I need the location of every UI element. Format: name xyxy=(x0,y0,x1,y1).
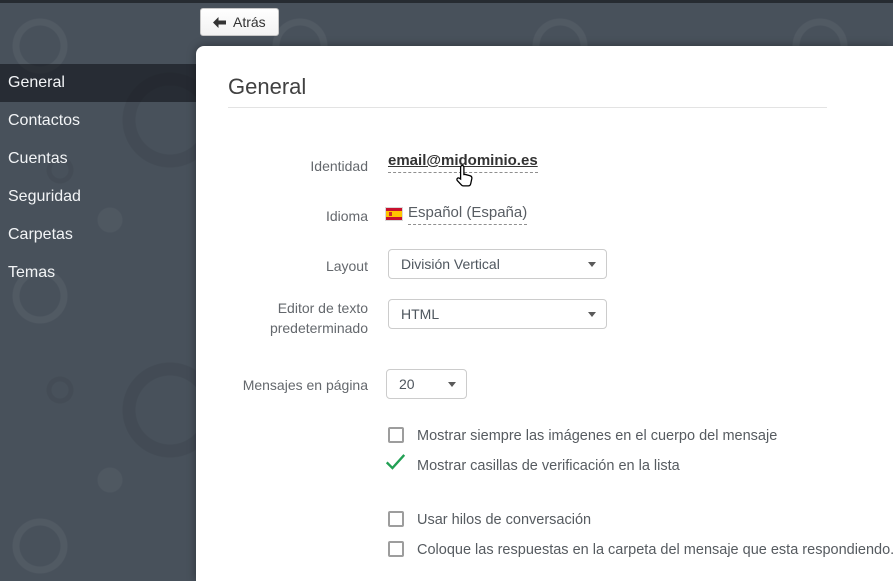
show-images-checkbox[interactable] xyxy=(388,427,404,443)
page-title: General xyxy=(228,74,307,99)
editor-select-value: HTML xyxy=(401,306,440,322)
use-threads-label: Usar hilos de conversación xyxy=(417,512,592,528)
editor-label-line1: Editor de texto xyxy=(277,300,368,316)
layout-select-value: División Vertical xyxy=(401,256,500,272)
sidebar-item-temas[interactable]: Temas xyxy=(0,254,196,292)
back-button[interactable]: Atrás xyxy=(200,8,279,36)
sidebar-item-contactos[interactable]: Contactos xyxy=(0,102,196,140)
sidebar-item-carpetas[interactable]: Carpetas xyxy=(0,216,196,254)
top-strip xyxy=(0,0,893,3)
messages-per-page-label: Mensajes en página xyxy=(242,377,368,393)
sidebar-item-cuentas[interactable]: Cuentas xyxy=(0,140,196,178)
sidebar-item-general[interactable]: General xyxy=(0,64,196,102)
general-settings-panel: General Identidad email@midominio.es Idi… xyxy=(196,46,893,581)
title-divider xyxy=(228,107,827,108)
arrow-left-icon xyxy=(213,16,226,28)
identity-value-link[interactable]: email@midominio.es xyxy=(388,152,538,173)
layout-select[interactable]: División Vertical xyxy=(388,249,607,279)
messages-per-page-select[interactable]: 20 xyxy=(386,369,467,399)
messages-per-page-value: 20 xyxy=(399,376,415,392)
language-value-link[interactable]: Español (España) xyxy=(408,204,528,225)
sidebar-item-seguridad[interactable]: Seguridad xyxy=(0,178,196,216)
chevron-down-icon xyxy=(588,262,596,267)
layout-label: Layout xyxy=(325,258,368,274)
replies-same-folder-checkbox[interactable] xyxy=(388,541,404,557)
settings-screen: Atrás General Contactos Cuentas Segurida… xyxy=(0,0,893,581)
language-label: Idioma xyxy=(325,208,368,224)
editor-label-line2: predeterminado xyxy=(269,320,368,336)
spain-flag-icon xyxy=(386,208,402,220)
chevron-down-icon xyxy=(588,312,596,317)
show-checkboxes-label: Mostrar casillas de verificación en la l… xyxy=(417,458,680,474)
use-threads-checkbox[interactable] xyxy=(388,511,404,527)
show-images-label: Mostrar siempre las imágenes en el cuerp… xyxy=(417,428,778,444)
chevron-down-icon xyxy=(448,382,456,387)
editor-select[interactable]: HTML xyxy=(388,299,607,329)
show-checkboxes-checkbox-checked[interactable] xyxy=(385,453,406,470)
replies-same-folder-label: Coloque las respuestas en la carpeta del… xyxy=(417,542,893,558)
identity-label: Identidad xyxy=(310,158,368,174)
back-button-label: Atrás xyxy=(233,14,266,30)
settings-sidebar: General Contactos Cuentas Seguridad Carp… xyxy=(0,64,196,292)
editor-label: Editor de texto predeterminado xyxy=(196,298,368,338)
